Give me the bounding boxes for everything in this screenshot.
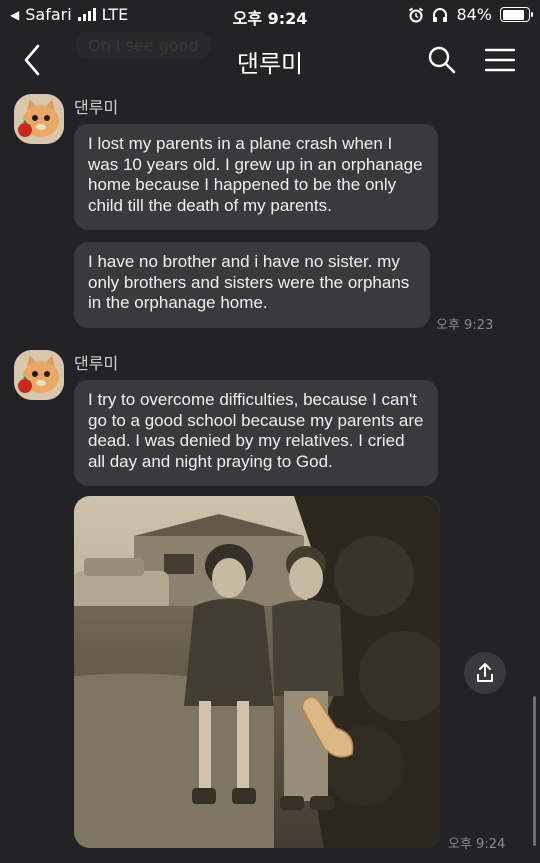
status-bar: ◀ Safari LTE 오후 9:24 84%	[0, 0, 540, 30]
battery-fill	[502, 9, 524, 20]
avatar[interactable]	[14, 94, 64, 144]
status-right: 84%	[408, 5, 533, 24]
chat-title: 댄루미	[236, 50, 304, 78]
message-bubble[interactable]: I try to overcome difficulties, because …	[74, 380, 438, 486]
alarm-icon	[409, 7, 424, 22]
message-time: 오후 9:23	[436, 318, 494, 333]
battery-percent: 84%	[456, 5, 492, 24]
cat-avatar-image	[14, 94, 64, 144]
sender-name: 댄루미	[74, 98, 119, 117]
sender-name: 댄루미	[74, 354, 119, 373]
avatar[interactable]	[14, 350, 64, 400]
chat-header: Oh I see good 댄루미	[0, 30, 540, 90]
photo-image	[74, 496, 440, 848]
message-bubble[interactable]: I have no brother and i have no sister. …	[74, 242, 430, 328]
hamburger-menu-icon[interactable]	[484, 47, 516, 73]
message-bubble[interactable]: I lost my parents in a plane crash when …	[74, 124, 438, 230]
battery-icon	[500, 7, 533, 22]
share-button[interactable]	[464, 652, 506, 694]
search-icon[interactable]	[426, 44, 458, 76]
cat-avatar-image	[14, 350, 64, 400]
headphones-icon	[433, 7, 448, 22]
scrollbar[interactable]	[533, 696, 536, 846]
share-icon	[477, 663, 493, 682]
vintage-children-photo[interactable]	[74, 496, 440, 848]
message-time: 오후 9:24	[448, 837, 506, 852]
